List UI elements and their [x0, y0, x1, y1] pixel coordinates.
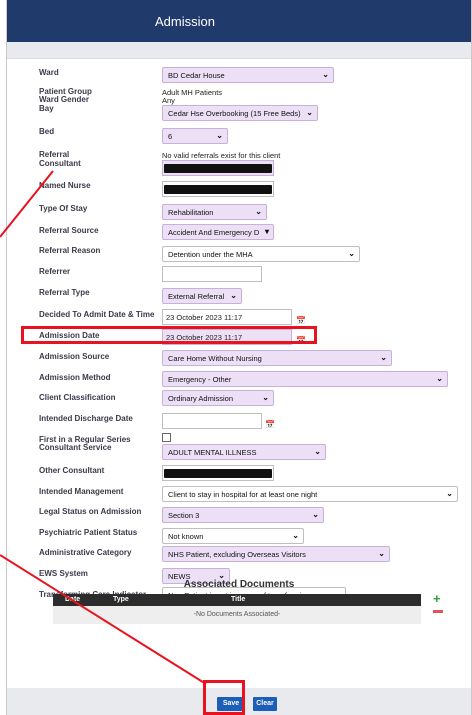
annotation-lines — [0, 170, 207, 685]
pointer-line-bottom — [0, 554, 207, 685]
pointer-line-top — [0, 170, 54, 238]
